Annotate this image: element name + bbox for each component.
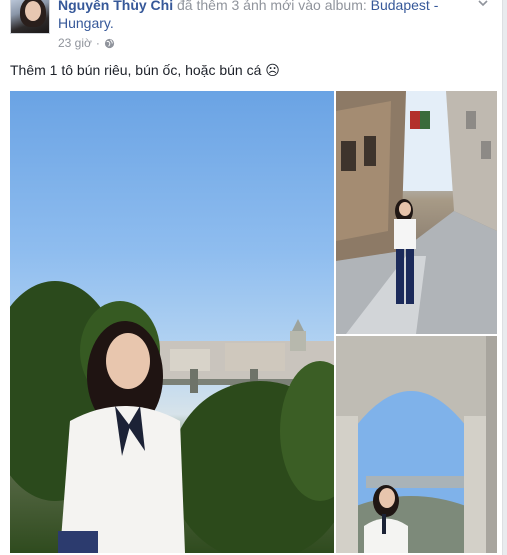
photo-budapest-street[interactable] xyxy=(336,91,497,334)
action-text: đã thêm 3 ảnh mới vào album: xyxy=(177,0,367,13)
post-header: Nguyễn Thùy Chi đã thêm 3 ảnh mới vào al… xyxy=(58,0,478,32)
timestamp-link[interactable]: 23 giờ xyxy=(58,36,92,50)
photo-fishermans-bastion-art xyxy=(336,336,497,553)
author-name-link[interactable]: Nguyễn Thùy Chi xyxy=(58,0,173,13)
globe-icon[interactable] xyxy=(104,38,115,49)
post-caption: Thêm 1 tô bún riêu, bún ốc, hoặc bún cá … xyxy=(10,62,280,78)
post-meta: 23 giờ · xyxy=(58,36,115,50)
photo-fishermans-bastion[interactable] xyxy=(336,336,497,553)
photo-budapest-view-art xyxy=(10,281,334,553)
photo-budapest-view[interactable] xyxy=(10,91,334,553)
author-avatar[interactable] xyxy=(10,0,50,34)
meta-separator: · xyxy=(95,36,100,50)
post-card: Nguyễn Thùy Chi đã thêm 3 ảnh mới vào al… xyxy=(0,0,503,555)
chevron-down-icon[interactable] xyxy=(478,0,488,8)
avatar-face xyxy=(25,1,41,21)
photo-budapest-street-art xyxy=(336,91,497,334)
